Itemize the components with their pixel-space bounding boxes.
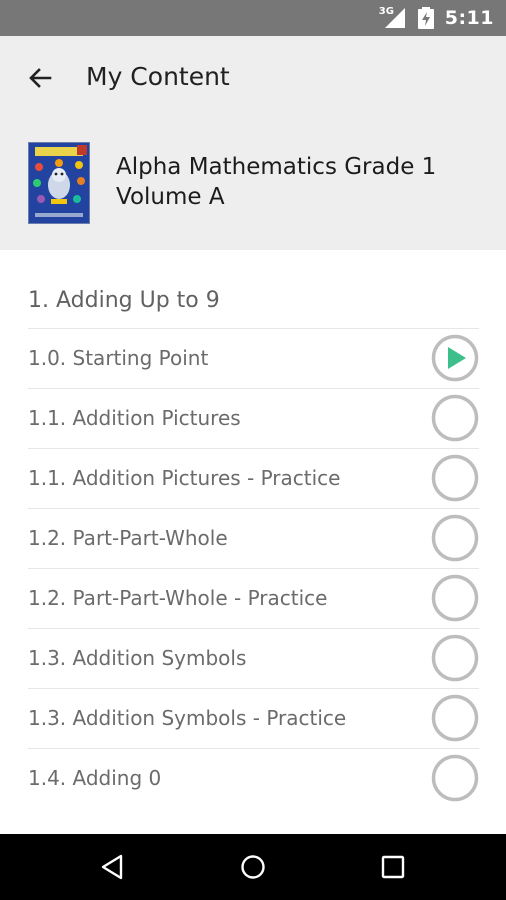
battery-charging-icon	[417, 7, 434, 29]
lesson-row[interactable]: 1.2. Part-Part-Whole - Practice	[28, 568, 479, 628]
lesson-label: 1.2. Part-Part-Whole - Practice	[28, 586, 328, 610]
lesson-label: 1.2. Part-Part-Whole	[28, 526, 228, 550]
app-bar: My Content Alpha Mathematics Grade 1 Vol…	[0, 36, 506, 250]
progress-circle-icon[interactable]	[431, 754, 479, 802]
section-title: 1. Adding Up to 9	[28, 288, 220, 313]
lesson-row[interactable]: 1.0. Starting Point	[28, 328, 479, 388]
lesson-label: 1.4. Adding 0	[28, 766, 162, 790]
lesson-list: 1.0. Starting Point 1.1. Addition Picture…	[28, 328, 479, 808]
lesson-label: 1.0. Starting Point	[28, 346, 209, 370]
lesson-row[interactable]: 1.4. Adding 0	[28, 748, 479, 808]
lesson-label: 1.1. Addition Pictures	[28, 406, 241, 430]
nav-recents-icon[interactable]	[376, 850, 410, 884]
lesson-row[interactable]: 1.2. Part-Part-Whole	[28, 508, 479, 568]
lesson-label: 1.3. Addition Symbols	[28, 646, 247, 670]
status-bar: 3G 5:11	[0, 0, 506, 36]
lesson-row[interactable]: 1.3. Addition Symbols	[28, 628, 479, 688]
lesson-content: 1. Adding Up to 9 1.0. Starting Point 1.1…	[0, 250, 506, 834]
navigation-bar	[0, 834, 506, 900]
progress-circle-icon[interactable]	[431, 514, 479, 562]
lesson-row[interactable]: 1.1. Addition Pictures - Practice	[28, 448, 479, 508]
book-title: Alpha Mathematics Grade 1 Volume A	[116, 154, 437, 210]
play-icon[interactable]	[431, 334, 479, 382]
nav-back-icon[interactable]	[96, 850, 130, 884]
progress-circle-icon[interactable]	[431, 634, 479, 682]
back-arrow-icon[interactable]	[24, 62, 56, 94]
book-cover-image[interactable]	[28, 142, 90, 224]
lesson-label: 1.1. Addition Pictures - Practice	[28, 466, 341, 490]
lesson-row[interactable]: 1.1. Addition Pictures	[28, 388, 479, 448]
page-title: My Content	[86, 62, 230, 91]
signal-icon: 3G	[379, 6, 407, 29]
lesson-label: 1.3. Addition Symbols - Practice	[28, 706, 347, 730]
nav-home-icon[interactable]	[236, 850, 270, 884]
clock: 5:11	[444, 7, 494, 29]
lesson-row[interactable]: 1.3. Addition Symbols - Practice	[28, 688, 479, 748]
progress-circle-icon[interactable]	[431, 574, 479, 622]
progress-circle-icon[interactable]	[431, 694, 479, 742]
progress-circle-icon[interactable]	[431, 394, 479, 442]
progress-circle-icon[interactable]	[431, 454, 479, 502]
